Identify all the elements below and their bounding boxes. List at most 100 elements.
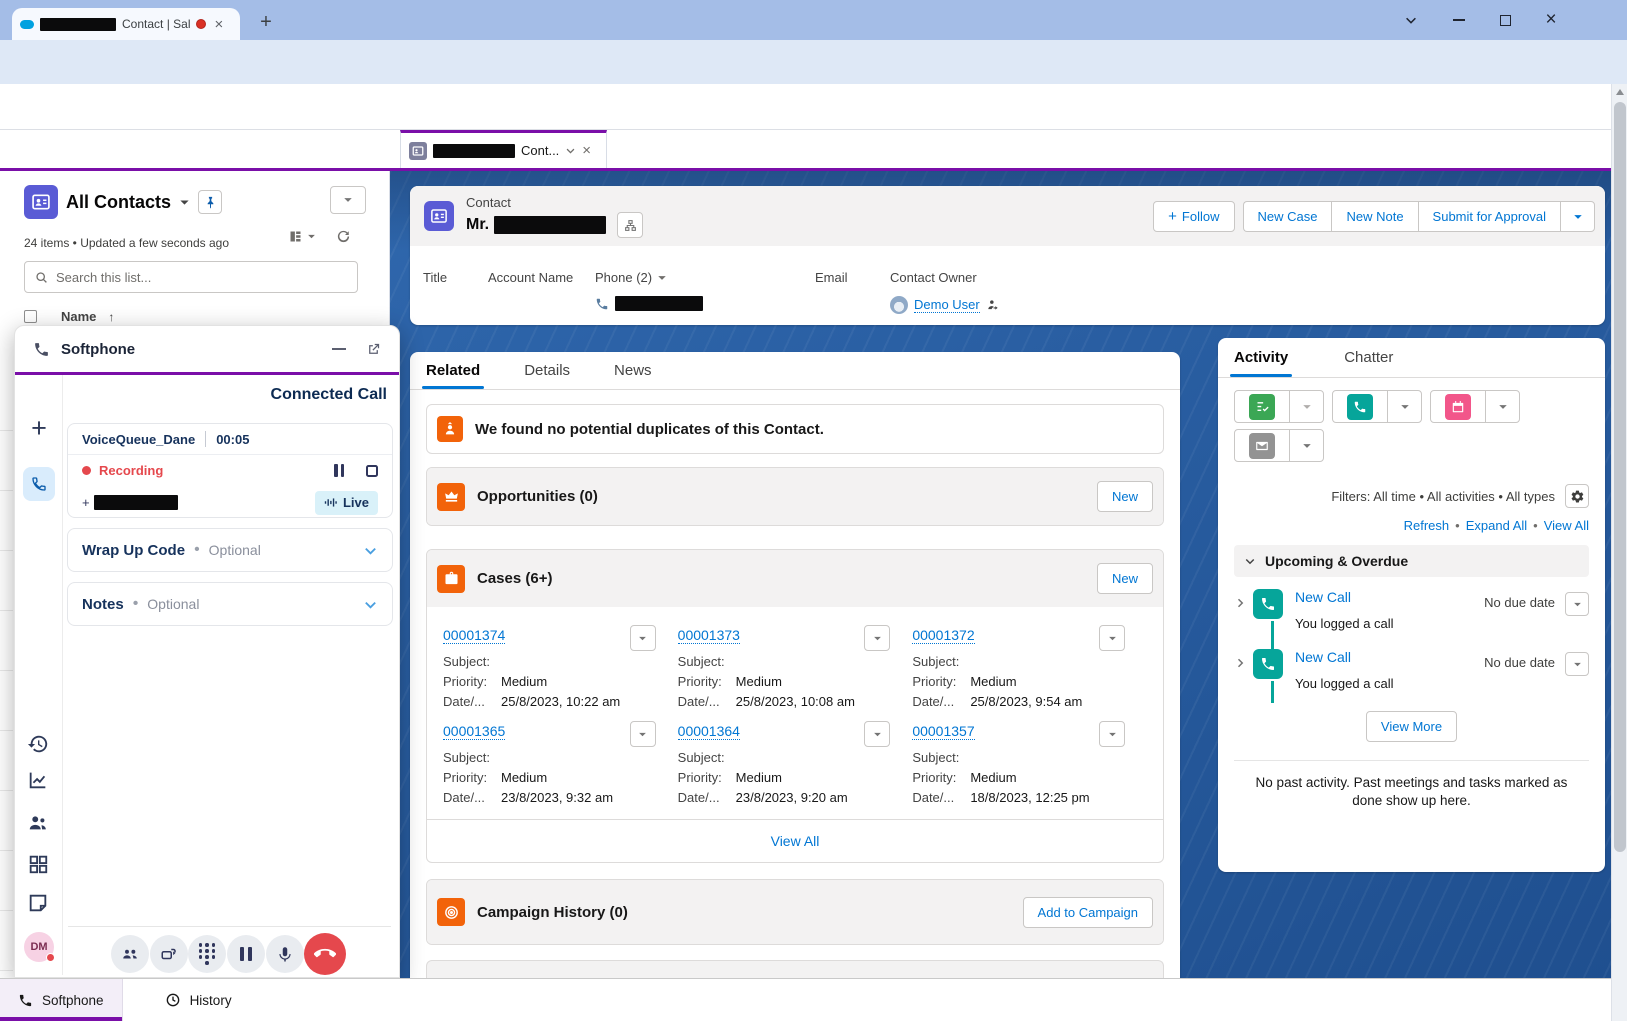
pause-recording-icon[interactable]	[334, 464, 344, 477]
expand-chevron-icon[interactable]	[1234, 597, 1246, 637]
cases-title[interactable]: Cases (6+)	[477, 570, 1085, 587]
call-history-icon[interactable]	[27, 733, 51, 757]
end-call-icon[interactable]	[304, 933, 346, 975]
tab-close-icon[interactable]: ×	[214, 16, 223, 33]
campaign-title[interactable]: Campaign History (0)	[477, 904, 1011, 921]
agent-avatar[interactable]: DM	[24, 932, 54, 962]
window-close-icon[interactable]: ×	[1538, 8, 1564, 32]
case-row-actions-icon[interactable]	[864, 721, 890, 747]
timeline-item-title[interactable]: New Call	[1295, 649, 1351, 665]
hierarchy-icon[interactable]	[617, 212, 643, 238]
minimize-icon[interactable]	[332, 348, 346, 350]
tab-related[interactable]: Related	[426, 352, 480, 389]
stats-chart-icon[interactable]	[27, 769, 51, 793]
expand-all-link[interactable]: Expand All	[1466, 518, 1527, 533]
list-search-input[interactable]	[56, 270, 347, 285]
case-number-link[interactable]: 00001372	[912, 627, 974, 644]
cases-view-all-link[interactable]: View All	[771, 833, 820, 849]
record-tab-close-icon[interactable]: ×	[582, 142, 591, 159]
expand-chevron-icon[interactable]	[1234, 657, 1246, 697]
opportunities-title[interactable]: Opportunities (0)	[477, 488, 1085, 505]
tab-search-icon[interactable]	[1398, 8, 1424, 32]
call-dropdown-icon[interactable]	[1388, 391, 1421, 422]
change-owner-icon[interactable]	[986, 298, 1000, 312]
popout-icon[interactable]	[366, 342, 381, 357]
email-button[interactable]	[1234, 429, 1324, 462]
new-task-button[interactable]	[1234, 390, 1324, 423]
contacts-directory-icon[interactable]	[27, 812, 51, 836]
transfer-icon[interactable]	[150, 935, 188, 973]
refresh-link[interactable]: Refresh	[1404, 518, 1450, 533]
apps-grid-icon[interactable]	[27, 853, 51, 877]
scrollbar-thumb[interactable]	[1614, 102, 1626, 852]
notes-section[interactable]: Notes • Optional	[67, 582, 393, 626]
list-view-dropdown-icon[interactable]	[179, 197, 190, 208]
window-minimize-icon[interactable]	[1446, 8, 1472, 32]
utility-softphone[interactable]: Softphone	[0, 979, 123, 1021]
new-event-button[interactable]	[1430, 390, 1520, 423]
opportunities-new-button[interactable]: New	[1097, 481, 1153, 512]
utility-history[interactable]: History	[147, 979, 250, 1021]
timeline-item-actions-icon[interactable]	[1565, 592, 1589, 616]
wrap-up-code-section[interactable]: Wrap Up Code • Optional	[67, 528, 393, 572]
follow-button[interactable]: + Follow	[1153, 201, 1234, 232]
name-column-header[interactable]: Name	[61, 309, 96, 324]
new-note-button[interactable]: New Note	[1331, 201, 1417, 232]
conference-icon[interactable]	[111, 935, 149, 973]
more-actions-dropdown-icon[interactable]	[1560, 201, 1595, 232]
case-row-actions-icon[interactable]	[630, 625, 656, 651]
view-more-button[interactable]: View More	[1366, 711, 1457, 742]
new-tab-button[interactable]: +	[254, 10, 278, 34]
dialpad-icon[interactable]	[188, 935, 226, 973]
email-dropdown-icon[interactable]	[1290, 430, 1323, 461]
tab-news[interactable]: News	[614, 352, 652, 389]
case-number-link[interactable]: 00001374	[443, 627, 505, 644]
add-to-campaign-button[interactable]: Add to Campaign	[1023, 897, 1153, 928]
event-dropdown-icon[interactable]	[1486, 391, 1519, 422]
case-number-link[interactable]: 00001357	[912, 723, 974, 740]
owner-link[interactable]: Demo User	[914, 297, 980, 313]
field-owner-value[interactable]: Demo User	[890, 296, 1000, 314]
tab-chatter[interactable]: Chatter	[1344, 338, 1393, 377]
log-call-button[interactable]	[1332, 390, 1422, 423]
stop-recording-icon[interactable]	[366, 465, 378, 477]
timeline-item-actions-icon[interactable]	[1565, 652, 1589, 676]
page-scrollbar[interactable]	[1611, 84, 1627, 1021]
list-actions-dropdown[interactable]	[330, 186, 366, 214]
submit-for-approval-button[interactable]: Submit for Approval	[1418, 201, 1560, 232]
case-number-link[interactable]: 00001373	[678, 627, 740, 644]
new-call-plus-icon[interactable]: +	[15, 413, 63, 444]
case-number-link[interactable]: 00001365	[443, 723, 505, 740]
mute-mic-icon[interactable]	[266, 935, 304, 973]
list-search[interactable]	[24, 261, 358, 293]
timeline-item-title[interactable]: New Call	[1295, 589, 1351, 605]
case-row-actions-icon[interactable]	[1099, 625, 1125, 651]
record-tab-dropdown-icon[interactable]	[565, 145, 576, 156]
case-row-actions-icon[interactable]	[1099, 721, 1125, 747]
activity-filter-gear-icon[interactable]	[1565, 484, 1589, 508]
list-view-title[interactable]: All Contacts	[66, 192, 171, 213]
select-all-checkbox[interactable]	[24, 310, 37, 323]
scrollbar-up-icon[interactable]	[1616, 89, 1624, 95]
list-refresh-icon[interactable]	[336, 229, 351, 244]
tab-activity[interactable]: Activity	[1234, 338, 1288, 377]
case-row-actions-icon[interactable]	[864, 625, 890, 651]
tab-details[interactable]: Details	[524, 352, 570, 389]
hold-icon[interactable]	[227, 935, 265, 973]
upcoming-overdue-header[interactable]: Upcoming & Overdue	[1234, 545, 1589, 577]
notes-expand-icon[interactable]	[363, 597, 378, 612]
browser-tab[interactable]: Contact | Sal ×	[12, 8, 240, 40]
case-number-link[interactable]: 00001364	[678, 723, 740, 740]
task-dropdown-icon[interactable]	[1290, 391, 1323, 422]
field-phone-value[interactable]	[595, 296, 703, 311]
pin-icon[interactable]	[198, 190, 222, 214]
display-as-icon[interactable]	[288, 229, 316, 244]
case-row-actions-icon[interactable]	[630, 721, 656, 747]
activity-view-all-link[interactable]: View All	[1544, 518, 1589, 533]
record-workspace-tab[interactable]: Cont... ×	[400, 130, 607, 168]
active-call-tab-icon[interactable]	[23, 467, 55, 501]
field-phone-label[interactable]: Phone (2)	[595, 270, 667, 285]
notes-pad-icon[interactable]	[27, 892, 51, 916]
window-maximize-icon[interactable]	[1492, 8, 1518, 32]
cases-new-button[interactable]: New	[1097, 563, 1153, 594]
